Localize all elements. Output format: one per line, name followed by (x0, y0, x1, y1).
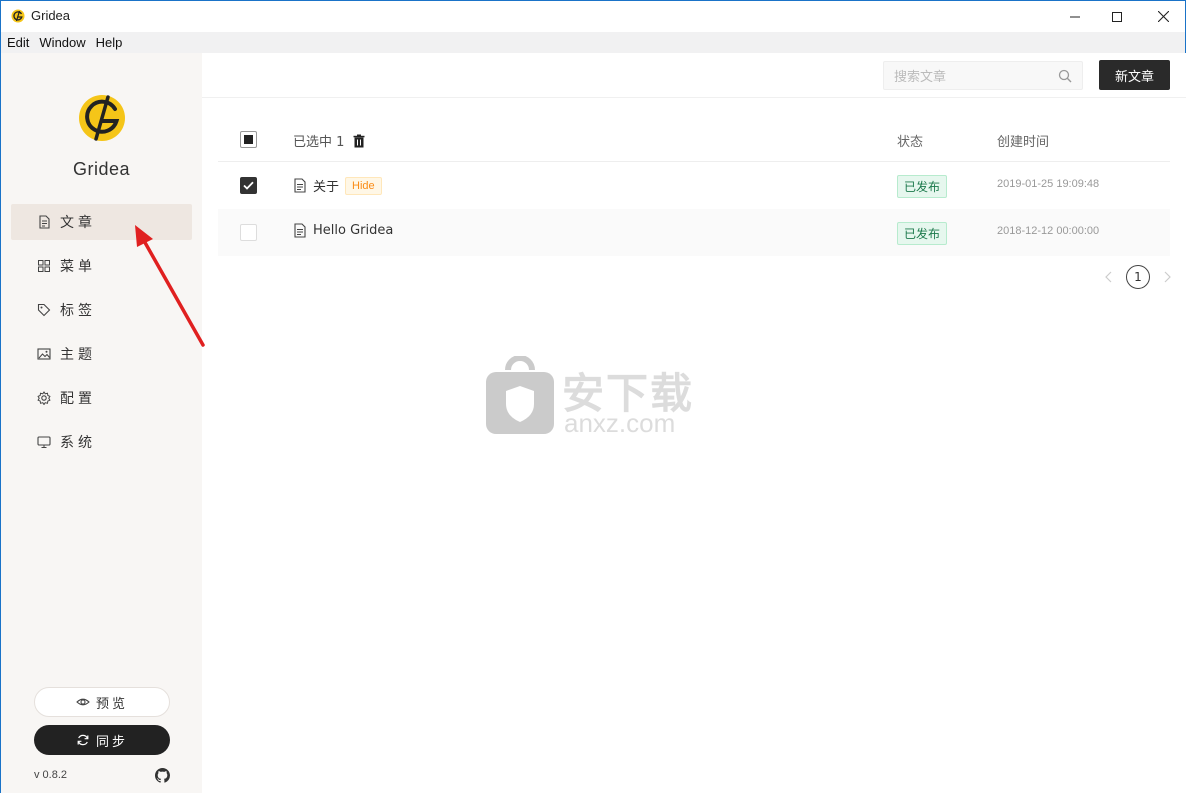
grid-icon (37, 259, 51, 273)
menu-edit[interactable]: Edit (7, 35, 29, 50)
close-button[interactable] (1140, 1, 1186, 32)
sidebar-item-system[interactable]: 系统 (11, 424, 192, 460)
image-icon (37, 347, 51, 361)
close-icon (1157, 11, 1169, 22)
watermark: 安下载 anxz.com (484, 354, 704, 438)
document-icon (37, 215, 51, 229)
column-header-created: 创建时间 (997, 135, 1050, 150)
trash-icon[interactable] (352, 134, 366, 148)
app-logo-icon (11, 9, 25, 23)
watermark-en: anxz.com (564, 408, 676, 438)
post-title[interactable]: Hello Gridea (294, 223, 393, 238)
brand-name: Gridea (72, 159, 131, 179)
created-date: 2019-01-25 19:09:48 (997, 178, 1100, 190)
preview-label: 预览 (95, 696, 128, 712)
sidebar: Gridea 文章 菜单 标签 主题 配置 系统 预览 同步 v 0.8.2 (1, 53, 202, 793)
row-checkbox[interactable] (240, 177, 257, 194)
maximize-icon (1112, 11, 1122, 22)
next-page-icon[interactable] (1160, 270, 1174, 284)
minimize-icon (1070, 16, 1080, 17)
document-icon (294, 223, 306, 238)
toolbar: 新文章 (202, 53, 1186, 98)
menu-bar: Edit Window Help (1, 32, 1185, 53)
search-input[interactable] (894, 67, 1054, 85)
sync-icon (76, 733, 90, 747)
annotation-arrow-icon (135, 225, 205, 347)
sync-button[interactable]: 同步 (34, 725, 170, 755)
posts-table: 已选中 1 状态 创建时间 关于 Hide 已发布 2019-01-25 19:… (218, 117, 1170, 256)
page-1-button[interactable]: 1 (1126, 265, 1150, 289)
prev-page-icon[interactable] (1102, 270, 1116, 284)
sidebar-item-label: 配置 (60, 391, 96, 407)
hide-tag: Hide (345, 176, 382, 195)
search-box[interactable] (883, 61, 1083, 90)
github-icon[interactable] (155, 768, 170, 783)
gridea-logo (79, 95, 125, 141)
maximize-button[interactable] (1094, 1, 1140, 32)
sidebar-item-settings[interactable]: 配置 (11, 380, 192, 416)
sidebar-item-label: 主题 (60, 347, 96, 363)
document-icon (294, 178, 306, 193)
preview-button[interactable]: 预览 (34, 687, 170, 717)
menu-window[interactable]: Window (39, 35, 85, 50)
new-post-button[interactable]: 新文章 (1099, 60, 1170, 90)
gear-icon (37, 391, 51, 405)
pagination: 1 (1102, 265, 1174, 289)
post-title[interactable]: 关于 Hide (294, 176, 382, 195)
selected-count: 已选中 1 (293, 131, 366, 150)
table-row[interactable]: Hello Gridea 已发布 2018-12-12 00:00:00 (218, 209, 1170, 256)
monitor-icon (37, 435, 51, 449)
app-window: Gridea Edit Window Help Gridea 文章 菜单 标签 … (0, 0, 1186, 793)
check-icon (243, 181, 254, 190)
selected-count-label: 已选中 1 (293, 135, 345, 150)
eye-icon (76, 695, 90, 709)
row-checkbox[interactable] (240, 224, 257, 241)
column-header-status: 状态 (897, 135, 924, 150)
sidebar-item-label: 菜单 (60, 259, 96, 275)
version-label: v 0.8.2 (34, 769, 68, 781)
menu-help[interactable]: Help (96, 35, 123, 50)
created-date: 2018-12-12 00:00:00 (997, 225, 1100, 237)
status-badge: 已发布 (897, 222, 948, 245)
search-icon (1058, 69, 1072, 83)
tag-icon (37, 303, 51, 317)
select-all-checkbox[interactable] (240, 131, 257, 148)
window-title: Gridea (31, 8, 71, 23)
sidebar-item-label: 文章 (60, 215, 96, 231)
table-header: 已选中 1 状态 创建时间 (218, 117, 1170, 162)
minimize-button[interactable] (1052, 1, 1098, 32)
sync-label: 同步 (95, 734, 128, 750)
sidebar-item-label: 标签 (60, 303, 96, 319)
title-bar[interactable]: Gridea (1, 1, 1185, 32)
status-badge: 已发布 (897, 175, 948, 198)
post-title-text: Hello Gridea (313, 223, 394, 238)
table-row[interactable]: 关于 Hide 已发布 2019-01-25 19:09:48 (218, 162, 1170, 209)
sidebar-item-label: 系统 (60, 435, 96, 451)
shopping-bag-icon (486, 356, 554, 434)
post-title-text: 关于 (313, 180, 340, 195)
